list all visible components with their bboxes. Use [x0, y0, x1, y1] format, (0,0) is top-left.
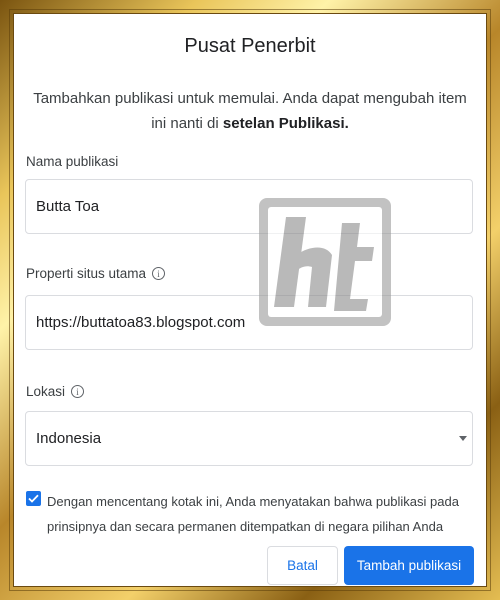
main-site-input[interactable]: https://buttatoa83.blogspot.com	[25, 295, 473, 350]
location-label: Lokasi i	[26, 384, 85, 399]
publication-name-input[interactable]: Butta Toa	[25, 179, 473, 234]
main-site-label: Properti situs utama i	[26, 266, 166, 281]
publisher-center-dialog: Pusat Penerbit Tambahkan publikasi untuk…	[13, 13, 487, 587]
add-publication-button[interactable]: Tambah publikasi	[344, 546, 474, 585]
info-icon[interactable]: i	[152, 267, 166, 280]
info-icon[interactable]: i	[71, 385, 85, 398]
checkmark-icon	[28, 494, 39, 503]
dialog-title: Pusat Penerbit	[184, 35, 316, 57]
consent-text: Dengan mencentang kotak ini, Anda menyat…	[47, 494, 459, 534]
dropdown-arrow-icon	[459, 436, 467, 441]
settings-link[interactable]: setelan Publikasi.	[223, 115, 349, 132]
cancel-button[interactable]: Batal	[267, 546, 338, 585]
consent-checkbox[interactable]	[26, 491, 41, 506]
publication-name-label: Nama publikasi	[26, 154, 119, 169]
dialog-intro: Tambahkan publikasi untuk memulai. Anda …	[31, 86, 469, 136]
location-select[interactable]: Indonesia	[25, 411, 473, 466]
watermark-logo	[259, 198, 391, 326]
